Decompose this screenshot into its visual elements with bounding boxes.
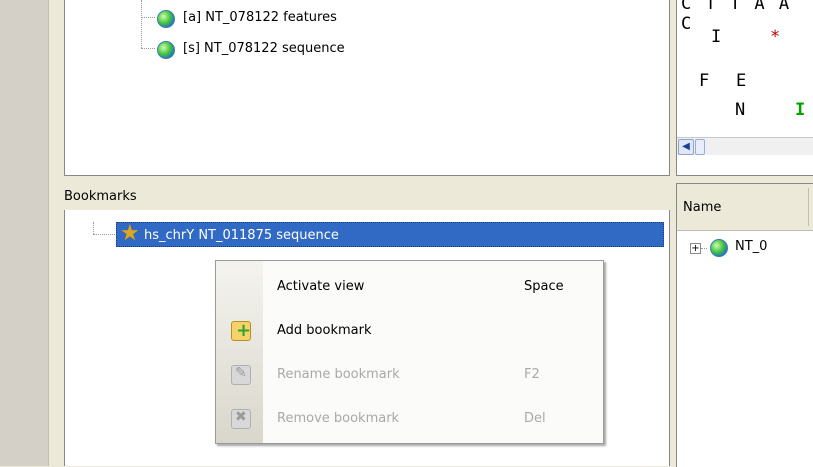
menu-item-label: Remove bookmark bbox=[277, 411, 400, 426]
add-bookmark-icon: + bbox=[231, 320, 251, 341]
sequence-text: C T T A A C bbox=[681, 0, 792, 34]
menu-item-add-bookmark[interactable]: + Add bookmark bbox=[216, 309, 603, 353]
translation-char: I bbox=[795, 100, 806, 120]
translation-char: I bbox=[711, 27, 722, 47]
globe-icon bbox=[710, 239, 728, 257]
scroll-left-arrow-icon[interactable]: ◀ bbox=[678, 139, 694, 155]
expand-plus-icon[interactable]: + bbox=[690, 243, 701, 254]
rename-bookmark-icon: ✎ bbox=[231, 365, 251, 385]
tree-connector-line bbox=[141, 48, 155, 49]
translation-char: F bbox=[699, 71, 710, 91]
star-icon: ★ bbox=[120, 221, 140, 246]
translation-char: N bbox=[735, 100, 746, 120]
tree-connector-line bbox=[141, 0, 142, 48]
objects-table-panel: Name + NT_0 bbox=[676, 183, 813, 467]
left-gutter bbox=[0, 0, 49, 466]
column-header-name[interactable]: Name bbox=[683, 198, 721, 218]
menu-item-label: Rename bookmark bbox=[277, 367, 400, 382]
bookmarks-header: Bookmarks bbox=[64, 183, 668, 210]
menu-item-remove-bookmark[interactable]: ✖ Remove bookmark Del bbox=[216, 397, 603, 441]
bookmark-item[interactable]: ★ hs_chrY NT_011875 sequence bbox=[116, 222, 664, 247]
column-separator[interactable] bbox=[808, 188, 809, 226]
table-header: Name bbox=[677, 184, 813, 231]
menu-item-shortcut: Space bbox=[524, 279, 564, 294]
context-menu: Activate view Space + Add bookmark ✎ Ren… bbox=[215, 260, 604, 444]
stop-codon-char: * bbox=[770, 27, 781, 47]
bookmark-label: hs_chrY NT_011875 sequence bbox=[144, 228, 339, 243]
menu-item-activate-view[interactable]: Activate view Space bbox=[216, 265, 603, 309]
table-row-label[interactable]: NT_0 bbox=[735, 237, 767, 257]
menu-item-shortcut: Del bbox=[524, 411, 546, 426]
project-tree-panel: [a] NT_078122 features [s] NT_078122 seq… bbox=[64, 0, 670, 176]
tree-item-label: [s] NT_078122 sequence bbox=[183, 41, 345, 56]
scroll-thumb[interactable] bbox=[695, 139, 705, 155]
tree-item-label: [a] NT_078122 features bbox=[183, 10, 337, 25]
sequence-view-panel: C T T A A C I * F E N I ◀ bbox=[676, 0, 813, 176]
translation-char: E bbox=[736, 71, 747, 91]
menu-item-label: Activate view bbox=[277, 279, 365, 294]
tree-connector-line bbox=[93, 234, 115, 235]
horizontal-scrollbar[interactable]: ◀ bbox=[677, 137, 813, 155]
remove-bookmark-icon: ✖ bbox=[231, 409, 251, 429]
menu-item-shortcut: F2 bbox=[524, 367, 540, 382]
menu-item-rename-bookmark[interactable]: ✎ Rename bookmark F2 bbox=[216, 353, 603, 397]
tree-connector-line bbox=[141, 17, 155, 18]
tree-connector-line bbox=[701, 248, 707, 249]
tree-connector-line bbox=[93, 222, 94, 234]
globe-icon bbox=[157, 10, 175, 28]
menu-item-label: Add bookmark bbox=[277, 323, 372, 338]
globe-icon bbox=[157, 41, 175, 59]
